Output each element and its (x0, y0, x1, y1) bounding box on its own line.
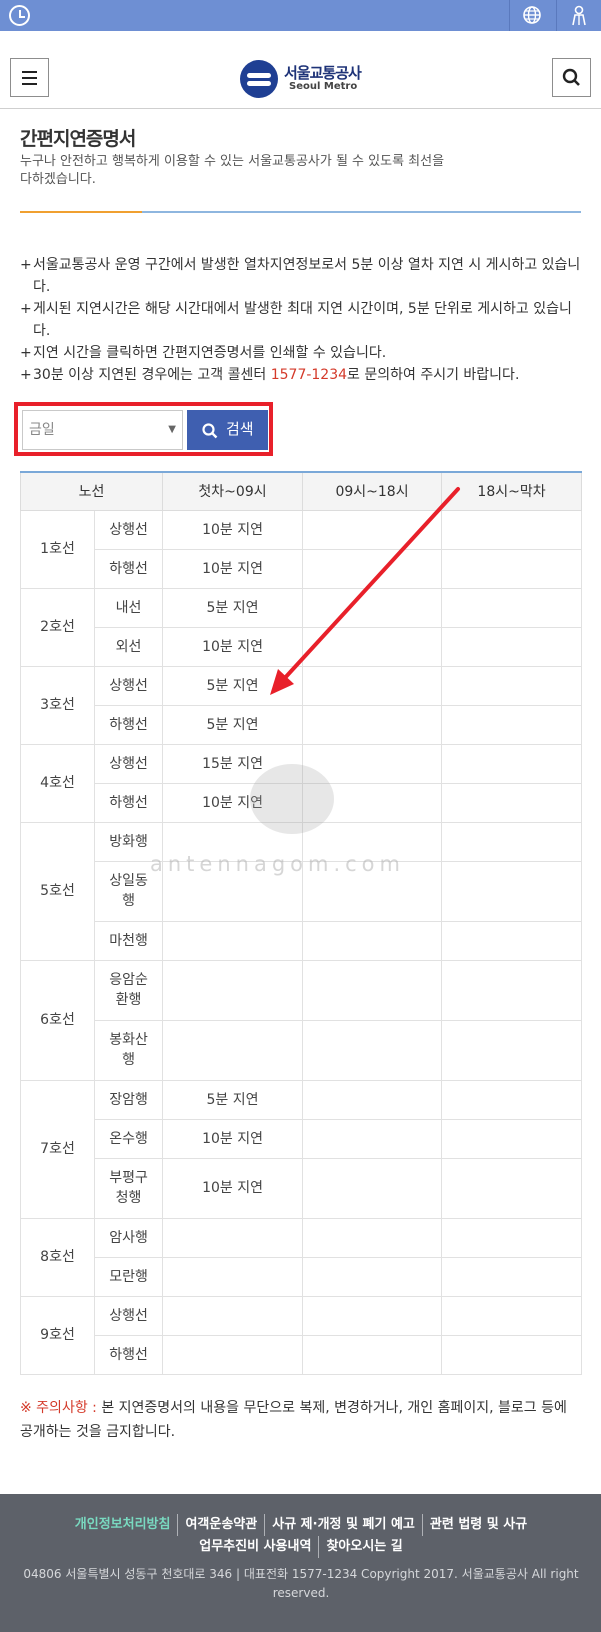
footer-link-expenses[interactable]: 업무추진비 사용내역 (192, 1536, 318, 1558)
footer-link-laws[interactable]: 관련 법령 및 사규 (421, 1514, 534, 1536)
footer-copyright: 04806 서울특별시 성동구 천호대로 346 | 대표전화 1577-123… (23, 1567, 579, 1600)
footer-links: 개인정보처리방침 여객운송약관 사규 제·개정 및 폐기 예고 관련 법령 및 사규업… (20, 1514, 582, 1558)
footer-link-rules-notice[interactable]: 사규 제·개정 및 폐기 예고 (264, 1514, 422, 1536)
footer-link-directions[interactable]: 찾아오시는 길 (318, 1536, 409, 1558)
footer-link-terms[interactable]: 여객운송약관 (177, 1514, 264, 1536)
caution-notice: ※ 주의사항 : 본 지연증명서의 내용을 무단으로 복제, 변경하거나, 개인… (20, 1396, 582, 1444)
caution-label: ※ 주의사항 : (20, 1400, 97, 1416)
footer-link-privacy[interactable]: 개인정보처리방침 (68, 1514, 178, 1536)
annotation-arrow (270, 487, 460, 695)
caution-text: 본 지연증명서의 내용을 무단으로 복제, 변경하거나, 개인 홈페이지, 블로… (20, 1400, 567, 1440)
site-footer: 개인정보처리방침 여객운송약관 사규 제·개정 및 폐기 예고 관련 법령 및 사규업… (0, 1494, 601, 1632)
